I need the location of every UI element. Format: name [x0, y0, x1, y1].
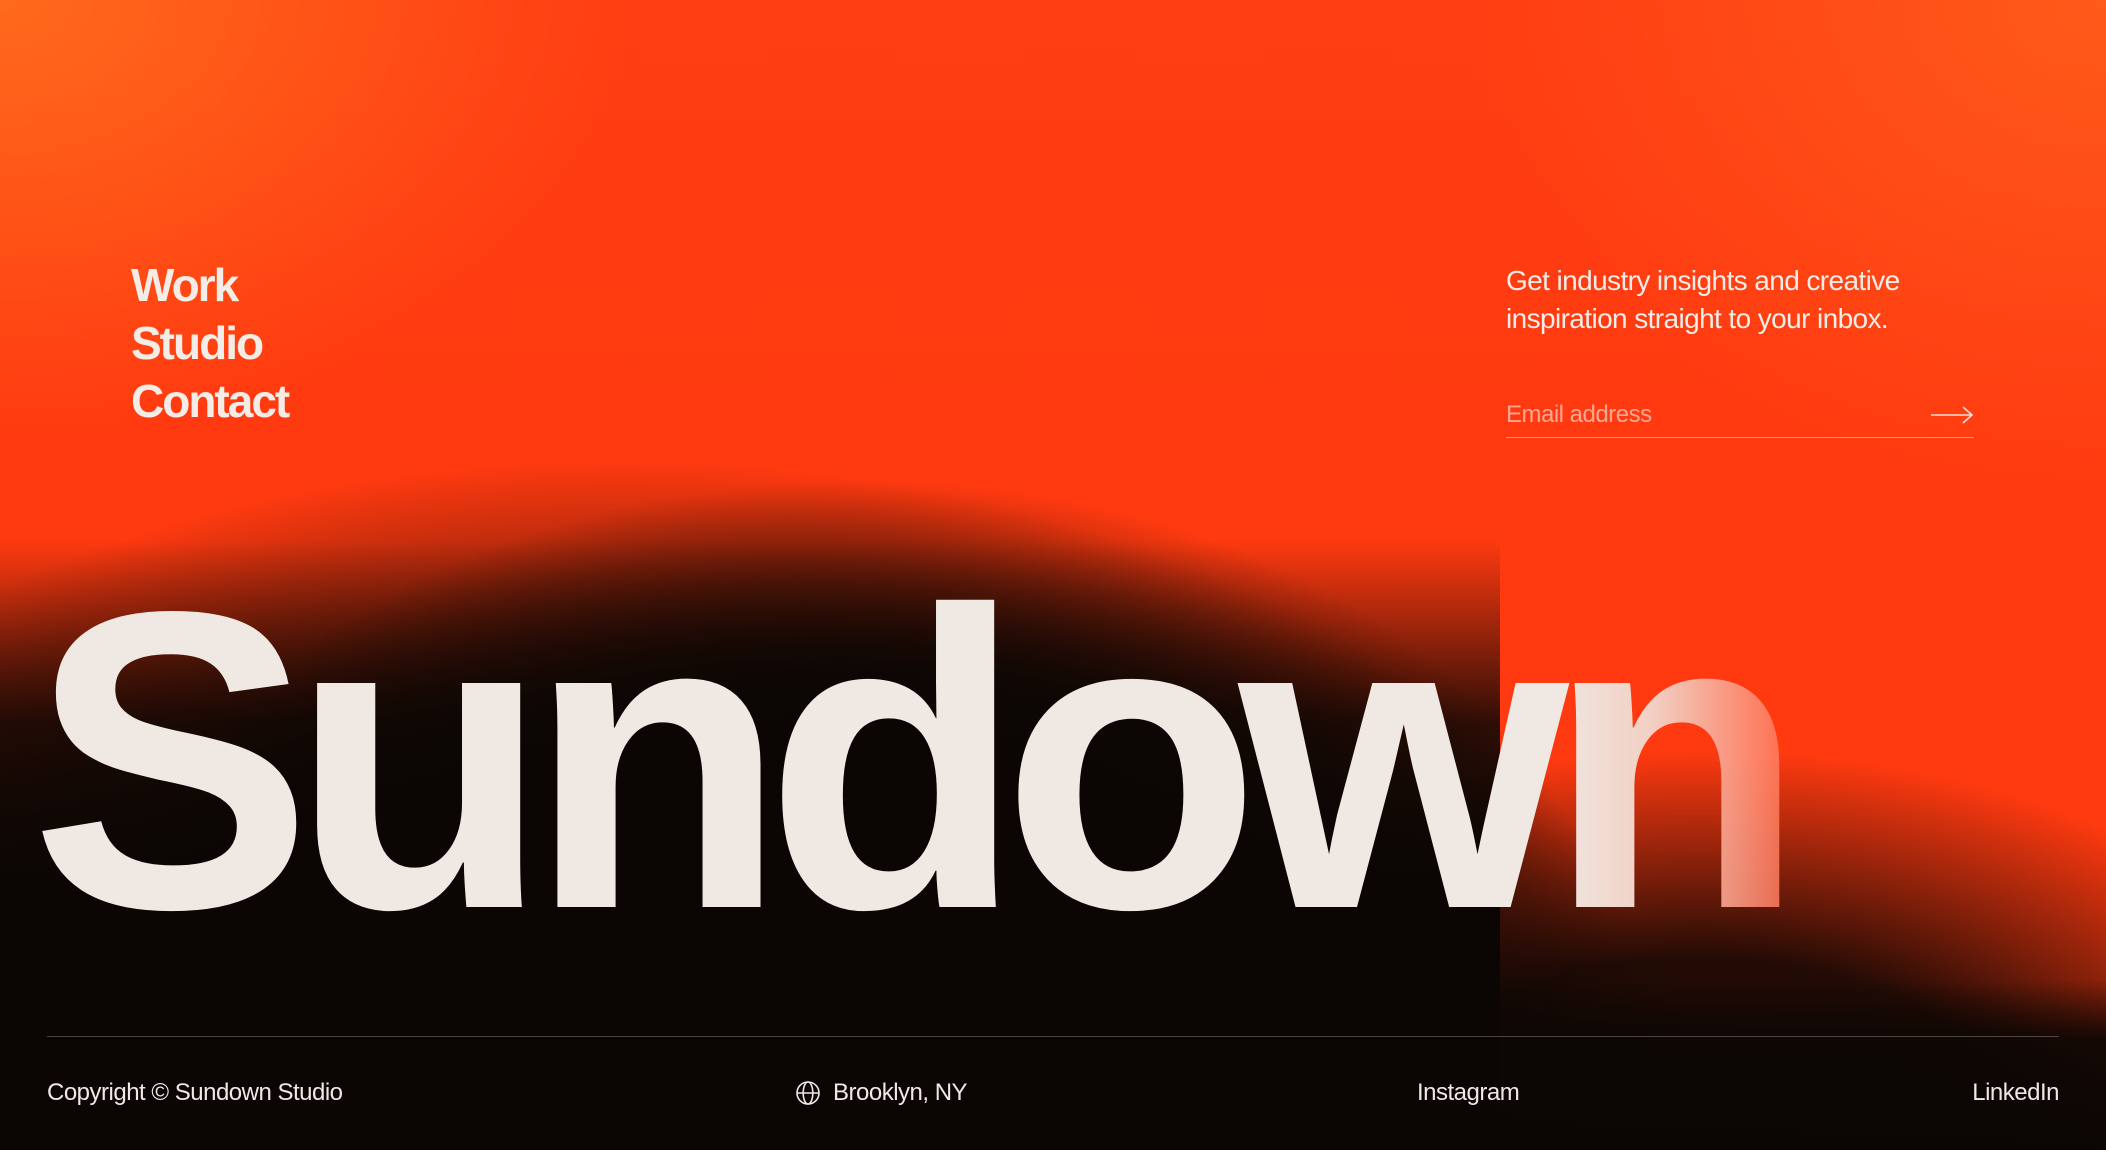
wordmark-main: Sundow	[30, 523, 1569, 997]
wordmark-tail: n	[1546, 523, 1806, 997]
newsletter-signup: Get industry insights and creative inspi…	[1506, 262, 1974, 438]
newsletter-text-line1: Get industry insights and creative	[1506, 265, 1900, 296]
instagram-link[interactable]: Instagram	[1417, 1076, 1520, 1110]
location-text: Brooklyn, NY	[833, 1079, 968, 1106]
linkedin-link[interactable]: LinkedIn	[1972, 1076, 2059, 1110]
subscribe-button[interactable]	[1928, 395, 1974, 435]
newsletter-description: Get industry insights and creative inspi…	[1506, 262, 1974, 338]
location: Brooklyn, NY	[795, 1076, 968, 1110]
footer: Copyright © Sundown Studio Brooklyn, NY …	[47, 1076, 2059, 1110]
hero-wordmark: Sundown	[30, 548, 1806, 972]
nav-link-work[interactable]: Work	[131, 258, 288, 312]
email-field-row	[1506, 392, 1974, 438]
background-shade	[0, 980, 2106, 1150]
arrow-right-icon	[1931, 405, 1974, 424]
copyright-text: Copyright © Sundown Studio	[47, 1079, 343, 1106]
page: Work Studio Contact Get industry insight…	[0, 0, 2106, 1150]
globe-icon	[796, 1081, 820, 1105]
nav-link-studio[interactable]: Studio	[131, 316, 288, 370]
nav-link-contact[interactable]: Contact	[131, 374, 290, 428]
footer-divider	[47, 1036, 2059, 1037]
newsletter-text-line2: inspiration straight to your inbox.	[1506, 303, 1889, 334]
main-nav: Work Studio Contact	[131, 258, 290, 428]
email-input[interactable]	[1506, 394, 1928, 435]
